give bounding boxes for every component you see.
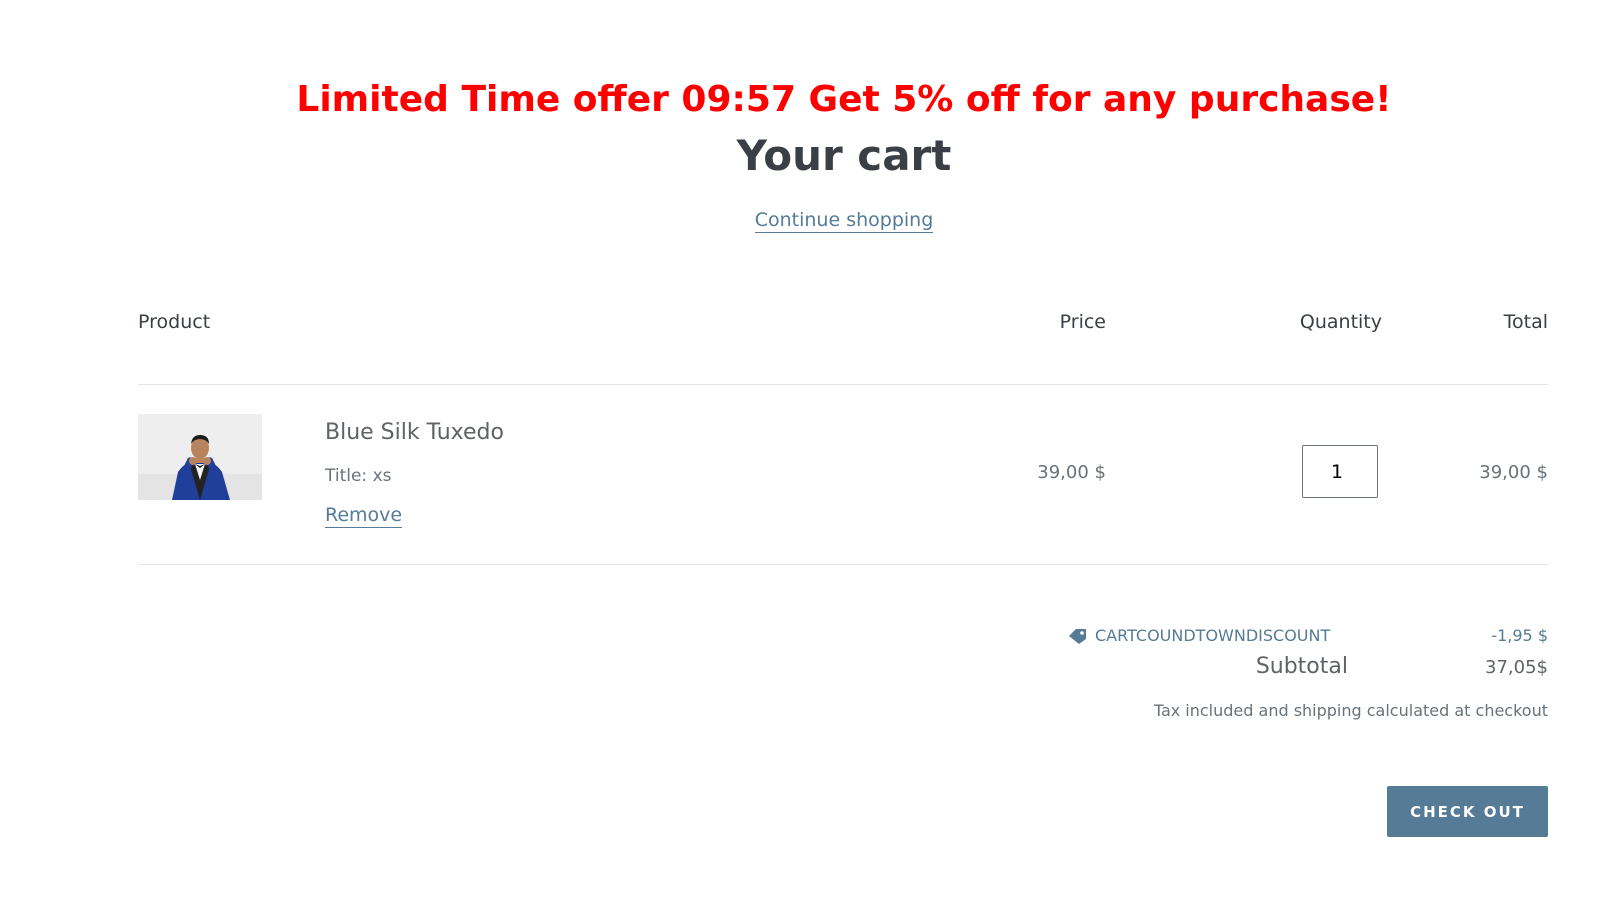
page-title: Your cart [736, 131, 952, 180]
table-header-divider [138, 384, 1548, 385]
tax-note: Tax included and shipping calculated at … [1153, 701, 1548, 720]
continue-shopping-wrapper: Continue shopping [0, 206, 1600, 235]
quantity-input[interactable] [1302, 445, 1378, 498]
discount-row: CARTCOUNDTOWNDISCOUNT -1,95 $ [1068, 624, 1548, 648]
product-price: 39,00 $ [1037, 462, 1106, 483]
tag-icon [1069, 629, 1086, 644]
subtotal-value: 37,05$ [1485, 657, 1548, 678]
cart-page: Limited Time offer 09:57 Get 5% off for … [0, 0, 1600, 900]
continue-shopping-link[interactable]: Continue shopping [754, 209, 934, 233]
line-total: 39,00 $ [1479, 462, 1548, 483]
header-quantity: Quantity [1299, 311, 1382, 333]
discount-amount: -1,95 $ [1491, 626, 1548, 645]
checkout-button[interactable]: CHECK OUT [1387, 786, 1548, 837]
promo-banner: Limited Time offer 09:57 Get 5% off for … [296, 79, 1392, 120]
header-product: Product [138, 311, 211, 333]
subtotal-label: Subtotal [1255, 654, 1348, 679]
tuxedo-photo [138, 414, 262, 500]
product-image[interactable] [138, 414, 262, 500]
remove-link[interactable]: Remove [325, 503, 403, 528]
product-name[interactable]: Blue Silk Tuxedo [325, 418, 504, 448]
header-price: Price [1059, 311, 1106, 333]
product-variant: Title: xs [325, 466, 392, 486]
discount-code: CARTCOUNDTOWNDISCOUNT [1095, 626, 1331, 645]
header-total: Total [1503, 311, 1548, 333]
table-footer-divider [138, 564, 1548, 565]
